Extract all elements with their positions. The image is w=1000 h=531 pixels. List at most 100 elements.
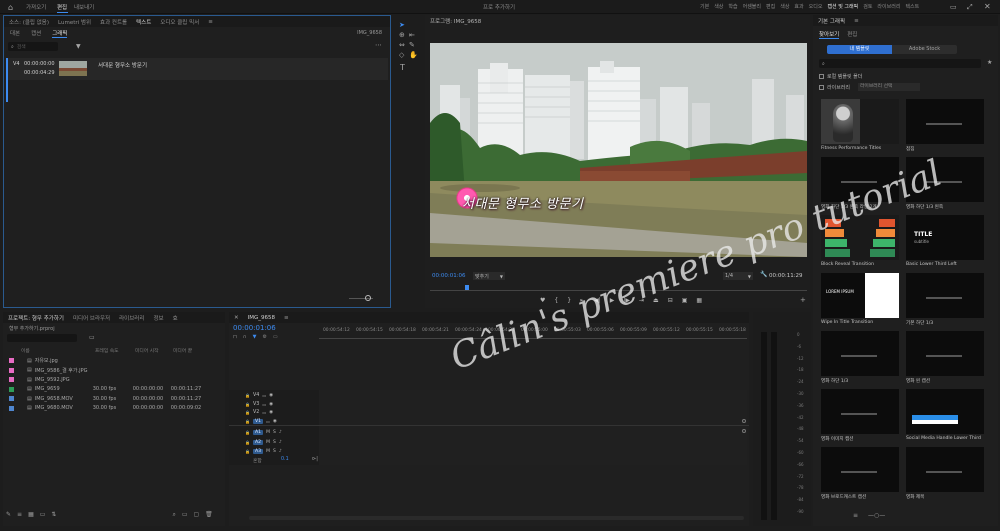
trash-icon[interactable]: 🗑	[205, 511, 213, 519]
workspace-tab[interactable]: 편집	[766, 3, 775, 10]
project-panel-tab[interactable]: 프로젝트: 형무 추가하기	[8, 314, 64, 322]
tab-edit[interactable]: 편집	[847, 30, 857, 39]
lock-icon[interactable]: 🔒	[245, 410, 250, 415]
project-panel-tab[interactable]: 정보	[153, 314, 163, 322]
ripple-edit-tool-icon[interactable]: ⇔	[399, 41, 405, 49]
workspace-tab[interactable]: 어셈블리	[743, 3, 761, 10]
track-select-tool-icon[interactable]: ⊕	[399, 31, 405, 39]
label-color-swatch[interactable]	[9, 386, 14, 392]
label-color-swatch[interactable]	[9, 358, 14, 363]
workspace-tab[interactable]: 캡션 및 그래픽	[827, 3, 858, 10]
eye-icon[interactable]: ◉	[273, 419, 277, 424]
col-media-start[interactable]: 미디어 시작	[135, 347, 159, 354]
workspace-tab[interactable]: 색상	[714, 3, 723, 10]
track-label[interactable]: V4	[253, 393, 259, 398]
microphone-icon[interactable]: ♪	[279, 430, 282, 435]
timeline-scroll-left[interactable]	[742, 419, 746, 423]
workspace-tab[interactable]: 텍스트	[905, 3, 919, 10]
fullscreen-icon[interactable]: ⤢	[967, 3, 973, 12]
col-name[interactable]: 이름	[21, 347, 30, 354]
label-color-swatch[interactable]	[9, 405, 14, 411]
project-file-row[interactable]: ▤ IMG_9680.MOV 30.00 fps 00:00:00:00 00:00:0…	[9, 404, 224, 413]
more-options-icon[interactable]: ⋯	[375, 41, 382, 49]
slider-icon[interactable]: —○—	[868, 512, 885, 519]
program-video-frame[interactable]: 서대문 형무소 방문기	[430, 43, 807, 257]
list-view-icon[interactable]: ≡	[17, 511, 22, 519]
mute-icon[interactable]: M	[266, 430, 270, 435]
hand-tool-icon[interactable]: ✋	[409, 51, 418, 59]
slip-tool-icon[interactable]: ⇤	[409, 31, 415, 39]
list-view-icon[interactable]: ≡	[853, 512, 858, 519]
track-label[interactable]: A3	[252, 449, 264, 455]
mix-value[interactable]: 0.1	[281, 457, 289, 462]
project-file-row[interactable]: ▤ IMG_9592.JPG	[9, 375, 224, 384]
fit-dropdown[interactable]: 맞추기 ▼	[473, 272, 505, 280]
label-color-swatch[interactable]	[9, 396, 14, 401]
lock-icon[interactable]: 🔒	[245, 419, 250, 424]
lock-icon[interactable]: 🔒	[245, 449, 250, 454]
label-color-swatch[interactable]	[9, 377, 14, 382]
compare-view-icon[interactable]: ▦	[696, 297, 702, 304]
template-thumbnail[interactable]	[906, 331, 984, 376]
search-icon[interactable]: ⌕	[172, 511, 175, 519]
library-dropdown[interactable]: 라이브러리 선택	[858, 83, 920, 91]
subtab-transcript[interactable]: 대본	[10, 29, 20, 37]
playhead-marker[interactable]	[319, 338, 747, 339]
template-thumbnail[interactable]	[906, 273, 984, 318]
text-panel-tab[interactable]: 텍스트	[136, 18, 151, 26]
step-back-icon[interactable]: ◀|	[594, 297, 601, 304]
title-overlay[interactable]: 서대문 형무소 방문기	[456, 187, 583, 212]
eye-icon[interactable]: ◉	[269, 410, 273, 415]
extract-icon[interactable]: ⊟	[668, 297, 673, 304]
template-thumbnail[interactable]	[821, 331, 899, 376]
workspace-tab[interactable]: 기본	[700, 3, 709, 10]
add-marker-icon[interactable]: ▼	[253, 334, 257, 340]
text-panel-tab[interactable]: 오디오 클립 믹서	[160, 18, 199, 26]
track-label[interactable]: V3	[253, 402, 259, 407]
mark-in-icon[interactable]: {	[554, 297, 558, 304]
microphone-icon[interactable]: ♪	[279, 440, 282, 445]
workspace-tab[interactable]: 학습	[728, 3, 737, 10]
eye-icon[interactable]: ◉	[269, 402, 273, 407]
checkbox-library[interactable]: 라이브러리	[819, 84, 850, 91]
sync-icon[interactable]: ▭	[262, 402, 266, 407]
template-thumbnail[interactable]: TITLE subtitle	[906, 215, 984, 260]
template-thumbnail[interactable]	[906, 447, 984, 492]
mute-icon[interactable]: M	[266, 449, 270, 454]
project-file-row[interactable]: ▤ 자유모.jpg	[9, 356, 224, 365]
text-search-input[interactable]: 검색	[17, 43, 26, 50]
caption-icon[interactable]: ▭	[273, 334, 278, 340]
solo-icon[interactable]: S	[273, 430, 276, 435]
text-panel-tab[interactable]: Lumetri 범위	[58, 18, 91, 26]
eg-search-box[interactable]: ⌕	[819, 59, 981, 68]
audio-track-header[interactable]: 🔒 A2 M S ♪	[229, 438, 311, 447]
wrench-icon[interactable]: 🔧	[760, 271, 767, 278]
col-fps[interactable]: 프레임 속도	[95, 347, 119, 354]
zoom-slider-handle[interactable]	[365, 295, 371, 301]
project-file-row[interactable]: ▤ IMG_9659 30.00 fps 00:00:00:00 00:00:11:27	[9, 385, 224, 394]
marker-icon[interactable]: ♥	[540, 297, 545, 304]
template-thumbnail[interactable]	[821, 215, 899, 260]
new-bin-icon[interactable]: ▭	[182, 511, 188, 519]
step-forward-icon[interactable]: |▶	[623, 297, 630, 304]
project-panel-tab[interactable]: 효	[173, 314, 178, 322]
label-color-swatch[interactable]	[9, 367, 14, 373]
eye-icon[interactable]: ◉	[269, 393, 273, 398]
segment-my-templates[interactable]: 내 템플릿	[827, 45, 892, 54]
template-thumbnail[interactable]	[906, 99, 984, 144]
template-thumbnail[interactable]	[821, 99, 899, 144]
export-frame-icon[interactable]: ▣	[682, 297, 688, 304]
go-to-out-icon[interactable]: ⇥	[639, 297, 644, 304]
project-file-row[interactable]: ▤ IMG_9658.MOV 30.00 fps 00:00:00:00 00:00:1…	[9, 394, 224, 403]
microphone-icon[interactable]: ♪	[279, 449, 282, 454]
timeline-scroll-right[interactable]	[742, 429, 746, 433]
template-thumbnail[interactable]	[821, 389, 899, 434]
quality-dropdown[interactable]: 1/4 ▼	[723, 272, 753, 280]
pencil-icon[interactable]: ✎	[6, 511, 11, 519]
lock-icon[interactable]: 🔒	[245, 402, 250, 407]
timeline-ruler[interactable]: 00:00:54:12 00:00:54:15 00:00:54:18 00:00:5…	[319, 326, 747, 338]
mark-out-icon[interactable]: }	[567, 297, 571, 304]
segment-adobe-stock[interactable]: Adobe Stock	[892, 45, 957, 54]
audio-track-header[interactable]: 🔒 A3 M S ♪	[229, 447, 311, 456]
subtab-graphics[interactable]: 그래픽	[52, 29, 68, 38]
